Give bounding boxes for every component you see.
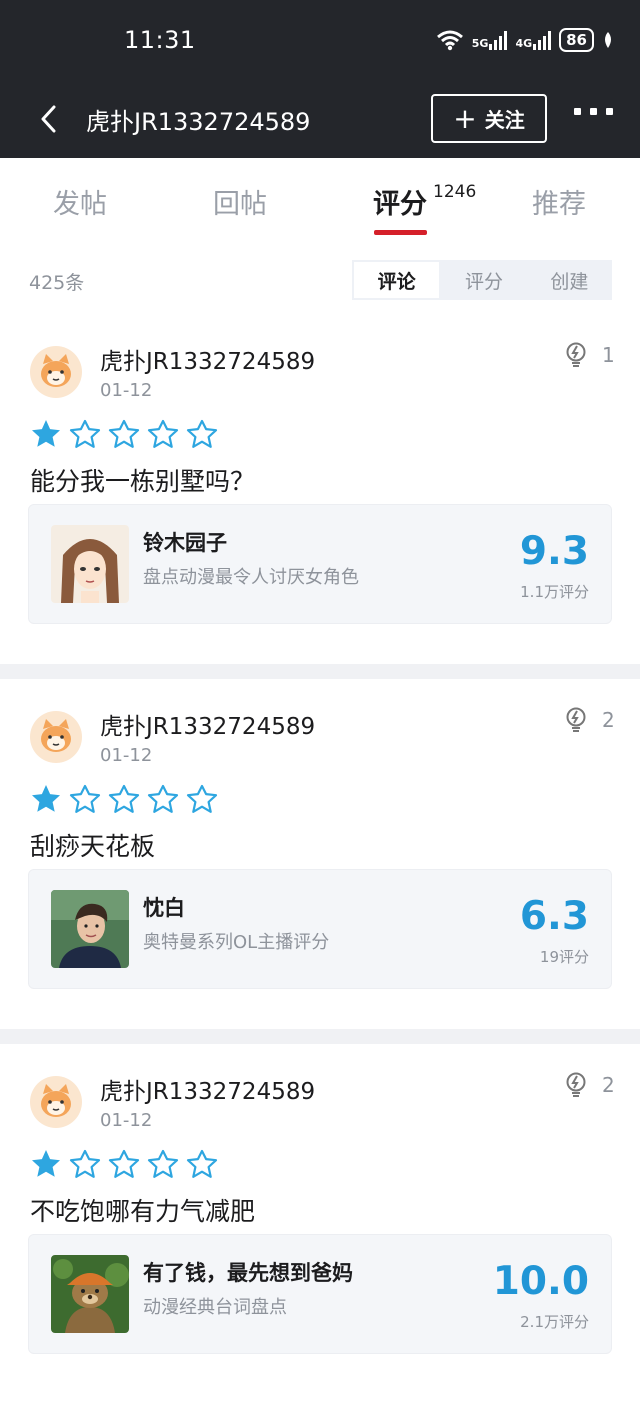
- lightbulb-icon: [566, 707, 586, 732]
- dot-icon: [574, 108, 581, 115]
- follow-button[interactable]: + 关注: [431, 94, 547, 143]
- star-outline-icon: [69, 419, 101, 448]
- signal-4g-icon: 4G: [515, 30, 552, 50]
- leaf-icon: [605, 32, 611, 48]
- like-count: 1: [602, 343, 615, 367]
- avatar[interactable]: [30, 711, 82, 763]
- tab-recommend[interactable]: 推荐: [532, 182, 586, 221]
- top-bar: 11:31 5G 4G 86 虎扑JR1332724589 + 关注: [0, 0, 640, 158]
- username[interactable]: 虎扑JR1332724589: [100, 1072, 315, 1106]
- comment-text: 不吃饱哪有力气减肥: [30, 1197, 256, 1226]
- dot-icon: [590, 108, 597, 115]
- tab-replies[interactable]: 回帖: [213, 182, 267, 221]
- username[interactable]: 虎扑JR1332724589: [100, 707, 315, 741]
- divider: [0, 1029, 640, 1044]
- filter-segmented-control: 评论 评分 创建: [352, 260, 612, 300]
- rated-item-list: 盘点动漫最令人讨厌女角色: [143, 567, 359, 588]
- result-count: 425条: [29, 272, 85, 294]
- star-outline-icon: [69, 1149, 101, 1178]
- rated-item-title: 有了钱，最先想到爸妈: [143, 1261, 353, 1285]
- tab-ratings-count: 1246: [433, 182, 477, 202]
- rated-item-votes: 19评分: [539, 948, 589, 966]
- rated-item-thumbnail: [51, 525, 129, 603]
- rated-item-votes: 2.1万评分: [520, 1313, 589, 1331]
- star-outline-icon: [147, 784, 179, 813]
- filter-comments[interactable]: 评论: [354, 262, 440, 298]
- like-count: 2: [602, 1073, 615, 1097]
- star-rating: [30, 418, 218, 450]
- star-outline-icon: [186, 784, 218, 813]
- rated-item-list: 奥特曼系列OL主播评分: [143, 932, 330, 953]
- anime-girl-image: [51, 525, 129, 603]
- star-filled-icon: [32, 420, 60, 447]
- like-button[interactable]: 1: [564, 342, 615, 368]
- dot-icon: [606, 108, 613, 115]
- like-button[interactable]: 2: [564, 707, 615, 733]
- rated-item-thumbnail: [51, 890, 129, 968]
- wifi-icon: [436, 30, 463, 51]
- rated-item-card[interactable]: 铃木园子 盘点动漫最令人讨厌女角色 9.3 1.1万评分: [28, 504, 612, 624]
- cartoon-bear-image: [51, 1255, 129, 1333]
- star-outline-icon: [186, 419, 218, 448]
- star-rating: [30, 783, 218, 815]
- star-filled-icon: [32, 1150, 60, 1177]
- back-arrow-icon[interactable]: [38, 104, 60, 134]
- plus-icon: +: [453, 101, 477, 135]
- content-panel: 发帖 回帖 评分 1246 推荐 425条 评论 评分 创建 虎扑JR13327…: [0, 158, 640, 1408]
- star-outline-icon: [108, 784, 140, 813]
- filter-created[interactable]: 创建: [527, 260, 612, 300]
- lightbulb-icon: [566, 342, 586, 367]
- username[interactable]: 虎扑JR1332724589: [100, 342, 315, 376]
- follow-label: 关注: [484, 108, 525, 132]
- streamer-photo-image: [51, 890, 129, 968]
- star-outline-icon: [147, 1149, 179, 1178]
- rated-item-score: 10.0: [492, 1259, 589, 1304]
- star-outline-icon: [108, 419, 140, 448]
- cat-avatar-icon: [41, 354, 71, 387]
- tab-ratings[interactable]: 评分: [373, 182, 427, 221]
- post-card[interactable]: 虎扑JR1332724589 01-12 2 刮痧天花板 忱白 奥特曼系列OL主…: [0, 691, 640, 1029]
- cat-avatar-icon: [41, 1084, 71, 1117]
- lightbulb-icon: [566, 1072, 586, 1097]
- star-outline-icon: [108, 1149, 140, 1178]
- like-button[interactable]: 2: [564, 1072, 615, 1098]
- rated-item-card[interactable]: 有了钱，最先想到爸妈 动漫经典台词盘点 10.0 2.1万评分: [28, 1234, 612, 1354]
- star-outline-icon: [147, 419, 179, 448]
- rated-item-title: 忱白: [143, 896, 185, 920]
- status-time: 11:31: [124, 26, 196, 54]
- filter-ratings[interactable]: 评分: [441, 260, 526, 300]
- comment-text: 能分我一栋别墅吗？: [30, 467, 256, 496]
- star-outline-icon: [69, 784, 101, 813]
- post-date: 01-12: [100, 745, 153, 766]
- tab-active-indicator: [374, 230, 427, 235]
- more-menu-button[interactable]: [574, 108, 613, 115]
- comment-text: 刮痧天花板: [30, 832, 156, 861]
- divider: [0, 664, 640, 679]
- post-date: 01-12: [100, 1110, 153, 1131]
- star-rating: [30, 1148, 218, 1180]
- rated-item-thumbnail: [51, 1255, 129, 1333]
- avatar[interactable]: [30, 346, 82, 398]
- cat-avatar-icon: [41, 719, 71, 752]
- rated-item-card[interactable]: 忱白 奥特曼系列OL主播评分 6.3 19评分: [28, 869, 612, 989]
- post-card[interactable]: 虎扑JR1332724589 01-12 2 不吃饱哪有力气减肥 有了钱，最先想…: [0, 1056, 640, 1394]
- star-filled-icon: [32, 785, 60, 812]
- rated-item-score: 9.3: [519, 529, 589, 574]
- post-card[interactable]: 虎扑JR1332724589 01-12 1 能分我一栋别墅吗？ 铃木园子 盘点…: [0, 326, 640, 664]
- avatar[interactable]: [30, 1076, 82, 1128]
- battery-icon: 86: [559, 28, 594, 52]
- rated-item-votes: 1.1万评分: [520, 583, 589, 601]
- nav-title: 虎扑JR1332724589: [86, 108, 311, 136]
- signal-5g-icon: 5G: [472, 30, 508, 50]
- rated-item-list: 动漫经典台词盘点: [143, 1297, 287, 1318]
- tab-posts[interactable]: 发帖: [53, 182, 107, 221]
- status-icons: 5G 4G 86: [436, 28, 614, 52]
- like-count: 2: [602, 708, 615, 732]
- post-date: 01-12: [100, 380, 153, 401]
- rated-item-score: 6.3: [519, 894, 589, 939]
- rated-item-title: 铃木园子: [143, 531, 227, 555]
- star-outline-icon: [186, 1149, 218, 1178]
